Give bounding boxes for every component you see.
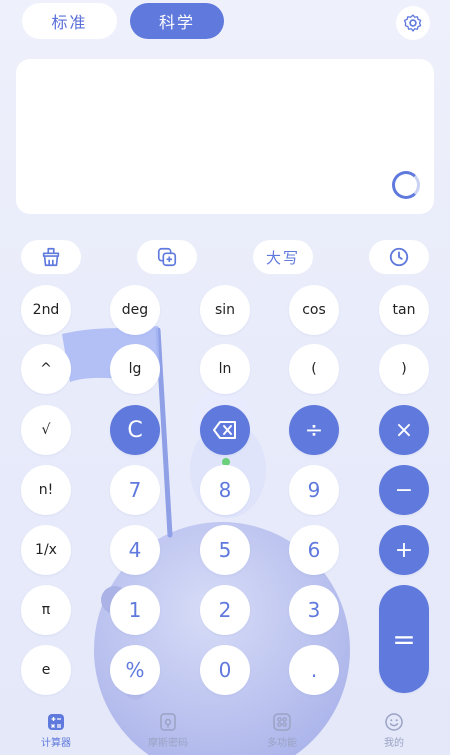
smile-icon bbox=[385, 713, 403, 731]
mode-tabs: 标准 科学 bbox=[22, 3, 227, 39]
key-5[interactable]: 5 bbox=[200, 525, 250, 575]
key-backspace[interactable] bbox=[200, 405, 250, 455]
key-2[interactable]: 2 bbox=[200, 585, 250, 635]
clock-icon bbox=[389, 247, 409, 267]
key-tan[interactable]: tan bbox=[379, 285, 429, 335]
grid-icon bbox=[273, 713, 291, 731]
nav-item-mine[interactable]: 我的 bbox=[359, 712, 429, 749]
key-minus[interactable]: − bbox=[379, 465, 429, 515]
calculator-icon bbox=[48, 714, 64, 730]
key-sin[interactable]: sin bbox=[200, 285, 250, 335]
key-plus[interactable]: + bbox=[379, 525, 429, 575]
key-equals[interactable]: = bbox=[379, 585, 429, 693]
key-6[interactable]: 6 bbox=[289, 525, 339, 575]
key-1[interactable]: 1 bbox=[110, 585, 160, 635]
key-percent[interactable]: % bbox=[110, 645, 160, 695]
key-pi[interactable]: π bbox=[21, 585, 71, 635]
key-multiply[interactable]: × bbox=[379, 405, 429, 455]
tab-scientific[interactable]: 科学 bbox=[130, 3, 224, 39]
nav-label-calculator: 计算器 bbox=[41, 738, 71, 749]
tab-standard[interactable]: 标准 bbox=[22, 3, 117, 39]
bottom-nav: 计算器 摩斯密码 多功能 我的 bbox=[0, 712, 450, 755]
clear-history-button[interactable] bbox=[21, 240, 81, 274]
key-7[interactable]: 7 bbox=[110, 465, 160, 515]
loading-ring-icon bbox=[392, 171, 420, 199]
key-deg[interactable]: deg bbox=[110, 285, 160, 335]
lock-icon bbox=[160, 713, 176, 731]
backspace-icon bbox=[213, 421, 236, 439]
key-cos[interactable]: cos bbox=[289, 285, 339, 335]
key-close-paren[interactable]: ) bbox=[379, 344, 429, 394]
key-ln[interactable]: ln bbox=[200, 344, 250, 394]
uppercase-button[interactable]: 大写 bbox=[253, 240, 313, 274]
key-reciprocal[interactable]: 1/x bbox=[21, 525, 71, 575]
nav-item-multifunction[interactable]: 多功能 bbox=[247, 712, 317, 749]
key-2nd[interactable]: 2nd bbox=[21, 285, 71, 335]
key-divide[interactable]: ÷ bbox=[289, 405, 339, 455]
key-9[interactable]: 9 bbox=[289, 465, 339, 515]
key-open-paren[interactable]: ( bbox=[289, 344, 339, 394]
key-e[interactable]: e bbox=[21, 645, 71, 695]
key-0[interactable]: 0 bbox=[200, 645, 250, 695]
copy-button[interactable] bbox=[137, 240, 197, 274]
settings-button[interactable] bbox=[396, 6, 430, 40]
key-8[interactable]: 8 bbox=[200, 465, 250, 515]
key-clear[interactable]: C bbox=[110, 405, 160, 455]
key-factorial[interactable]: n! bbox=[21, 465, 71, 515]
history-button[interactable] bbox=[369, 240, 429, 274]
key-power[interactable]: ^ bbox=[21, 344, 71, 394]
nav-item-morse[interactable]: 摩斯密码 bbox=[133, 712, 203, 749]
nav-item-calculator[interactable]: 计算器 bbox=[21, 712, 91, 749]
gear-icon bbox=[403, 14, 422, 32]
key-3[interactable]: 3 bbox=[289, 585, 339, 635]
uppercase-label: 大写 bbox=[265, 248, 300, 267]
key-decimal[interactable]: . bbox=[289, 645, 339, 695]
key-sqrt[interactable]: √ bbox=[21, 405, 71, 455]
result-display bbox=[16, 59, 434, 214]
nav-label-multifunction: 多功能 bbox=[267, 738, 297, 749]
nav-label-mine: 我的 bbox=[384, 738, 404, 749]
key-lg[interactable]: lg bbox=[110, 344, 160, 394]
broom-icon bbox=[42, 247, 60, 267]
key-4[interactable]: 4 bbox=[110, 525, 160, 575]
copy-plus-icon bbox=[157, 247, 177, 267]
nav-label-morse: 摩斯密码 bbox=[148, 738, 188, 749]
